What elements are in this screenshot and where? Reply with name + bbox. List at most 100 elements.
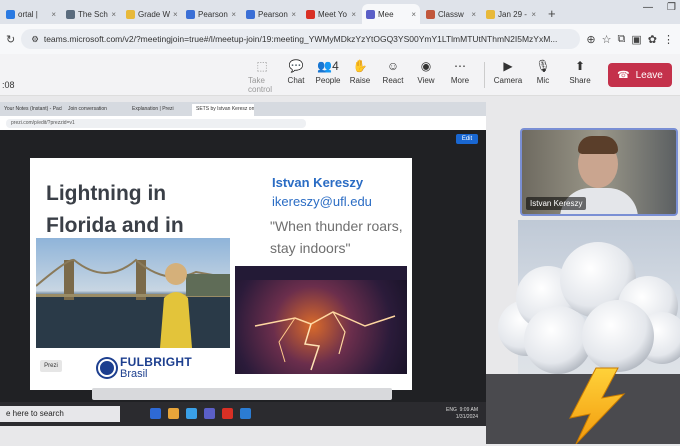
browser-tab[interactable]: Mee × (362, 4, 420, 24)
close-tab-icon[interactable]: × (411, 10, 416, 19)
close-tab-icon[interactable]: × (291, 10, 296, 19)
tab-label: Pearson (198, 9, 228, 19)
share-icon: ⬆ (574, 59, 586, 73)
edge-icon[interactable] (186, 408, 197, 419)
shared-browser-tab: SETS by Istvan Keresz on Prez (192, 104, 254, 116)
share-button[interactable]: ⬆ Share (566, 59, 594, 85)
browser-tab[interactable]: Meet Yo × (302, 4, 360, 24)
site-info-icon[interactable]: ⚙ (31, 34, 39, 45)
shared-screen-scroll-bar[interactable] (92, 388, 392, 400)
tab-label: Classw (438, 9, 464, 19)
meeting-stage: Your Notes (Instant) - Pack Ro Join conve… (0, 96, 680, 446)
browser-tab[interactable]: Pearson × (182, 4, 240, 24)
shared-browser-tab: Explanation | Prezi (132, 106, 174, 112)
url-text: teams.microsoft.com/v2/?meetingjoin=true… (43, 34, 558, 44)
browser-tab[interactable]: Pearson × (242, 4, 300, 24)
browser-tab[interactable]: ortal | × (2, 4, 60, 24)
shared-browser-tab: Your Notes (Instant) - Pack Ro (4, 106, 62, 112)
close-tab-icon[interactable]: × (231, 10, 236, 19)
zoom-icon[interactable]: ⊕ (586, 33, 595, 46)
toolbar-label: Take control (248, 76, 273, 94)
tab-favicon-icon (306, 9, 315, 19)
tray-time: 9:09 AM (459, 407, 478, 413)
toolbar-label: More (450, 76, 470, 85)
mic-button[interactable]: 🎙 Mic (529, 59, 557, 85)
tab-favicon-icon (66, 9, 75, 19)
tab-favicon-icon (126, 9, 135, 19)
teams-icon[interactable] (204, 408, 215, 419)
slide-quote: "When thunder roars, stay indoors" (270, 218, 403, 256)
close-tab-icon[interactable]: × (351, 10, 356, 19)
taskbar-search[interactable]: e here to search (0, 406, 120, 422)
task-view-icon[interactable] (150, 408, 161, 419)
toolbar-label: React (382, 76, 404, 85)
edit-button[interactable]: Edit (456, 134, 478, 144)
participant-name: Istvan Kereszy (526, 197, 587, 210)
tab-label: ortal | (18, 9, 38, 19)
profile-icon[interactable]: ✿ (648, 33, 657, 46)
sidebar-icon[interactable]: ▣ (631, 33, 641, 46)
extensions-icon[interactable]: ⧉ (618, 33, 626, 46)
shared-taskbar: e here to search ENG 9:09 AM 1/31/2024 (0, 402, 486, 426)
shared-browser-tabs: Your Notes (Instant) - Pack Ro Join conve… (0, 102, 486, 116)
close-tab-icon[interactable]: × (471, 10, 476, 19)
new-tab-button[interactable]: + (542, 6, 562, 24)
restore-icon[interactable]: ❐ (667, 2, 676, 13)
react-button[interactable]: ☺ React (379, 59, 407, 85)
toolbar-label: View (417, 76, 435, 85)
view-button[interactable]: ◉ View (412, 59, 440, 85)
people-button[interactable]: 👥4 People (314, 59, 342, 85)
lightning-photo (235, 266, 407, 374)
take-control-button[interactable]: ⬚ Take control (248, 59, 276, 94)
minimize-icon[interactable]: — (643, 2, 653, 13)
close-tab-icon[interactable]: × (51, 10, 56, 19)
tab-favicon-icon (246, 9, 255, 19)
toolbar-label: Chat (287, 76, 305, 85)
browser-tab[interactable]: Jan 29 - × (482, 4, 540, 24)
leave-label: Leave (635, 69, 663, 81)
toolbar-label: People (315, 76, 341, 85)
camera-button[interactable]: ▶ Camera (494, 59, 522, 85)
tab-favicon-icon (6, 9, 15, 19)
prezi-badge: Prezi (40, 360, 62, 372)
reload-icon[interactable]: ↻ (6, 33, 15, 46)
more-icon: ⋯ (454, 59, 466, 73)
close-tab-icon[interactable]: × (111, 10, 116, 19)
bookmark-star-icon[interactable]: ☆ (602, 33, 612, 46)
raise-button[interactable]: ✋ Raise (346, 59, 374, 85)
window-controls: — ❐ (643, 2, 676, 13)
browser-tab[interactable]: Classw × (422, 4, 480, 24)
browser-tab[interactable]: The Sch × (62, 4, 120, 24)
shared-screen: Your Notes (Instant) - Pack Ro Join conve… (0, 102, 486, 426)
tray-lang: ENG (446, 407, 457, 413)
word-icon[interactable] (240, 408, 251, 419)
tab-label: Grade W (138, 9, 171, 19)
shared-browser-tab: Join conversation (68, 106, 107, 112)
toolbar-label: Camera (493, 76, 523, 85)
tab-favicon-icon (186, 9, 195, 19)
toolbar-label: Mic (536, 76, 550, 85)
toolbar-label: Share (569, 76, 591, 85)
chrome-icon[interactable] (222, 408, 233, 419)
chat-button[interactable]: 💬 Chat (282, 59, 310, 85)
more-button[interactable]: ⋯ More (446, 59, 474, 85)
participant-video[interactable]: Istvan Kereszy (520, 128, 678, 216)
close-tab-icon[interactable]: × (173, 10, 178, 19)
toolbar-label: Raise (349, 76, 371, 85)
tab-favicon-icon (426, 9, 435, 19)
close-tab-icon[interactable]: × (531, 10, 536, 19)
speaker-name: Istvan Kereszy (272, 175, 364, 190)
tab-label: Meet Yo (318, 9, 347, 19)
browser-tab-bar: ortal | × The Sch × Grade W × Pearson × Pearson ×… (0, 0, 680, 24)
leave-button[interactable]: ☎ Leave (608, 63, 672, 87)
chat-icon: 💬 (288, 59, 304, 73)
menu-icon[interactable]: ⋮ (663, 33, 674, 46)
system-tray: ENG 9:09 AM 1/31/2024 (446, 407, 478, 421)
browser-tab[interactable]: Grade W × (122, 4, 180, 24)
file-explorer-icon[interactable] (168, 408, 179, 419)
tab-label: The Sch (78, 9, 108, 19)
mic-off-icon: 🎙 (535, 59, 551, 73)
toolbar-divider (484, 62, 485, 88)
logo-main-text: FULBRIGHT (120, 355, 193, 369)
url-field[interactable]: ⚙ teams.microsoft.com/v2/?meetingjoin=tr… (21, 29, 581, 49)
